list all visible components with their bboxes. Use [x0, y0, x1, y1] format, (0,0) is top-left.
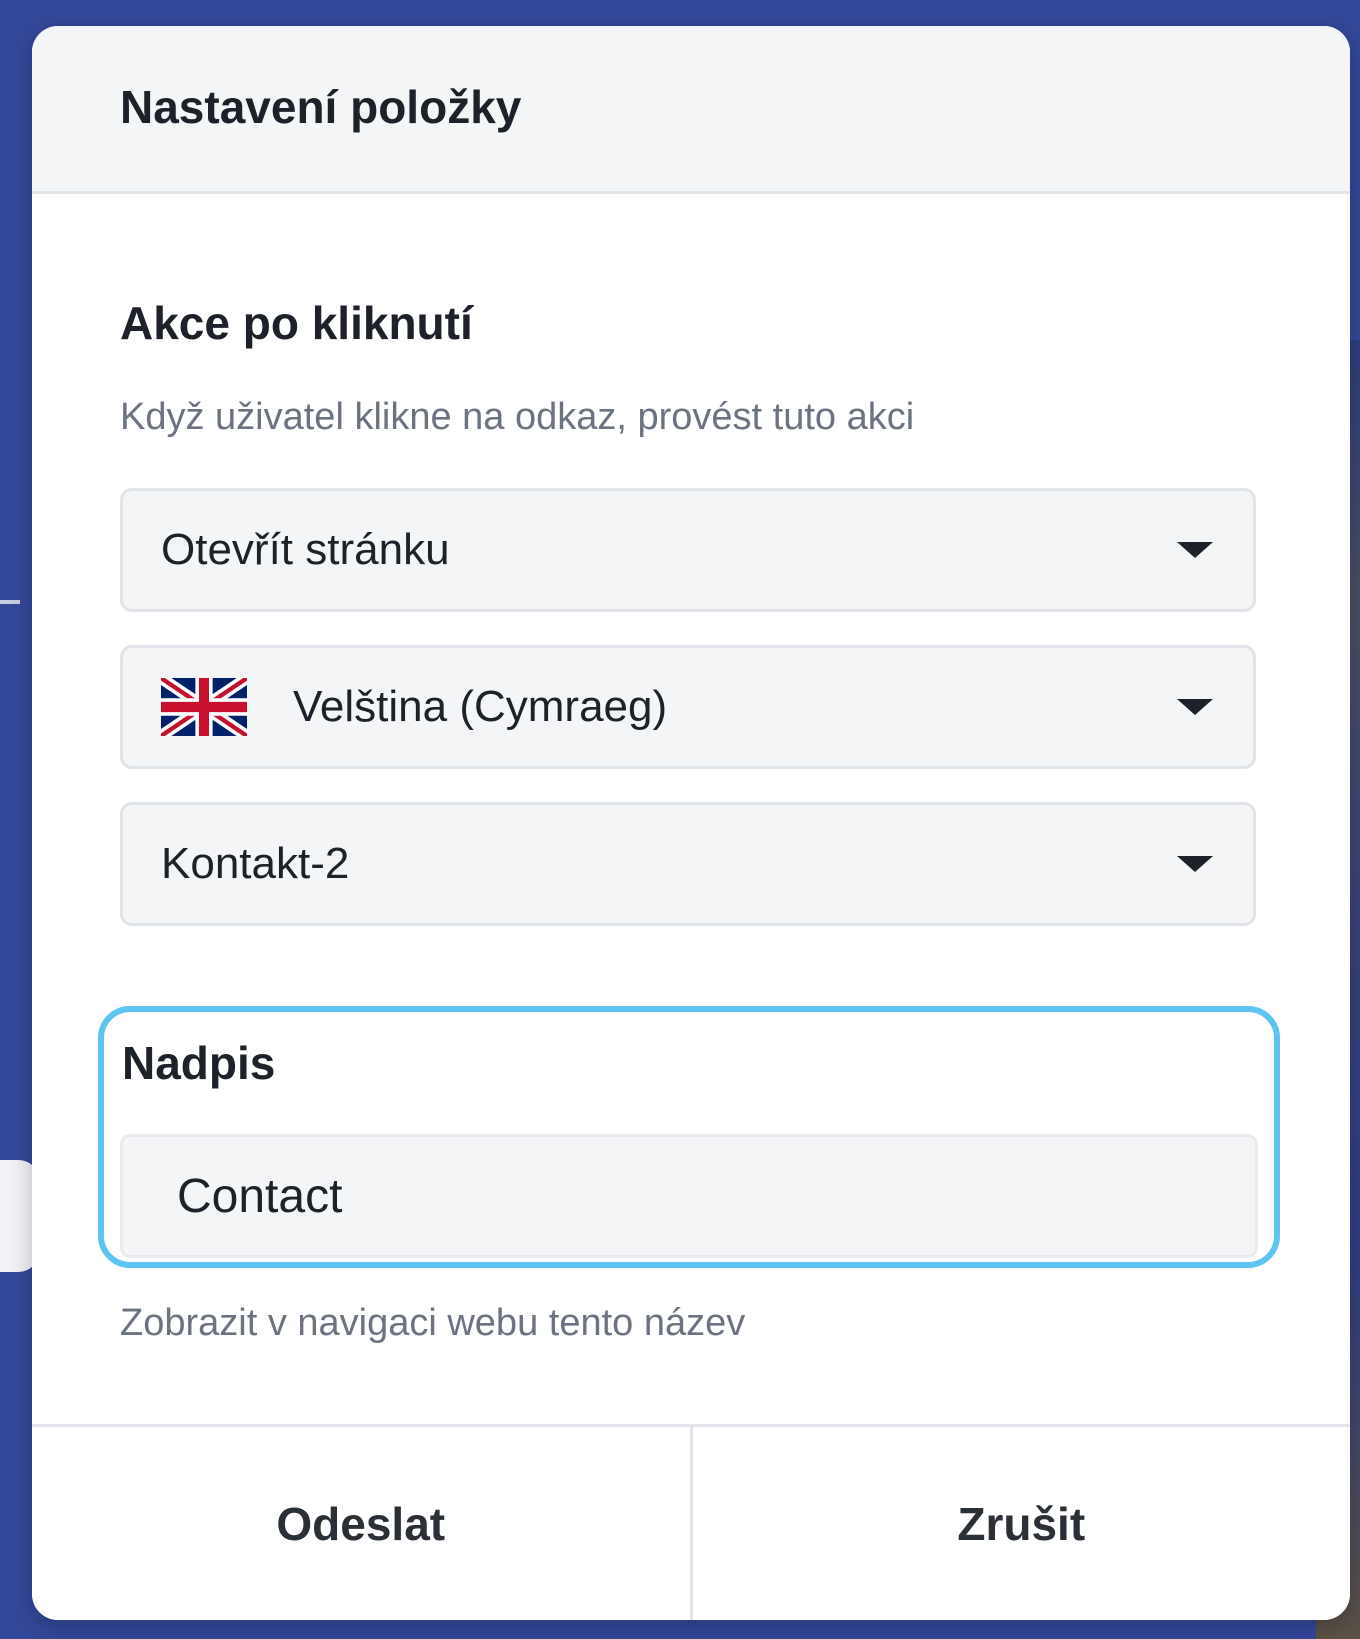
dialog-header: Nastavení položky: [32, 26, 1350, 194]
chevron-down-icon: [1177, 542, 1213, 558]
caption-field-group: Nadpis: [98, 1006, 1280, 1268]
dialog-footer: Odeslat Zrušit: [32, 1424, 1350, 1620]
caption-input[interactable]: [120, 1134, 1258, 1258]
click-action-description: Když uživatel klikne na odkaz, provést t…: [120, 396, 915, 438]
caption-label: Nadpis: [122, 1037, 276, 1089]
chevron-down-icon: [1177, 856, 1213, 872]
caption-help-text: Zobrazit v navigaci webu tento název: [120, 1302, 746, 1344]
item-settings-dialog: Nastavení položky Akce po kliknutí Když …: [32, 26, 1350, 1620]
click-action-title: Akce po kliknutí: [120, 297, 473, 349]
language-select-value: Velština (Cymraeg): [293, 682, 668, 731]
page-select[interactable]: Kontakt-2: [120, 802, 1256, 926]
cancel-button[interactable]: Zrušit: [689, 1427, 1350, 1620]
language-select[interactable]: Velština (Cymraeg): [120, 645, 1256, 769]
action-select[interactable]: Otevřít stránku: [120, 488, 1256, 612]
page-select-value: Kontakt-2: [161, 839, 350, 888]
dialog-title: Nastavení položky: [120, 80, 522, 133]
chevron-down-icon: [1177, 699, 1213, 715]
uk-flag-icon: [161, 678, 247, 736]
submit-button[interactable]: Odeslat: [32, 1427, 690, 1620]
action-select-value: Otevřít stránku: [161, 525, 450, 574]
backdrop-marker: [0, 600, 20, 604]
